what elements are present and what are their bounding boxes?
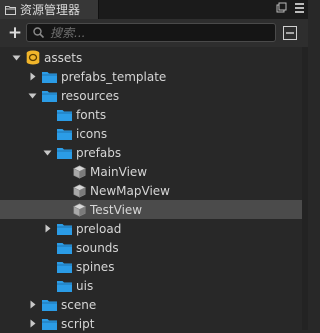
collapse-arrow-icon[interactable] [43,224,52,233]
expand-arrow-icon[interactable] [43,148,52,157]
collapse-arrow-icon[interactable] [28,319,37,328]
tree-row-label: prefabs_template [61,69,167,84]
collapse-arrow-icon[interactable] [28,72,37,81]
folder-icon [57,147,72,159]
tree-row-sounds[interactable]: sounds [0,238,302,257]
panel-title: 资源管理器 [20,3,81,17]
add-asset-button[interactable]: + [7,24,23,42]
folder-icon [57,242,72,254]
folder-icon [57,128,72,140]
asset-db-icon [26,50,40,65]
tree-row-label: MainView [90,164,148,179]
tree-row-label: resources [61,88,120,103]
tree-row-scene[interactable]: scene [0,295,302,314]
collapse-arrow-icon[interactable] [28,300,37,309]
folder-icon [42,90,57,102]
assets-toolbar: + [0,19,308,47]
tree-row-testview[interactable]: TestView [0,200,302,219]
tree-row-label: scene [61,297,97,312]
folder-icon [42,299,57,311]
tree-row-prefabs-template[interactable]: prefabs_template [0,67,302,86]
folder-icon [57,280,72,292]
tree-row-label: uis [76,278,94,293]
folder-icon [57,261,72,273]
assets-panel-tab[interactable]: 资源管理器 [0,0,99,19]
prefab-icon [73,164,86,179]
tree-row-assets[interactable]: assets [0,48,302,67]
tree-row-label: assets [44,50,83,65]
tree-row-prefabs[interactable]: prefabs [0,143,302,162]
tree-row-label: TestView [90,202,143,217]
tree-row-mainview[interactable]: MainView [0,162,302,181]
popout-icon[interactable] [276,2,287,13]
tree-row-label: fonts [76,107,107,122]
tree-row-icons[interactable]: icons [0,124,302,143]
tree-row-label: sounds [76,240,119,255]
tree-row-preload[interactable]: preload [0,219,302,238]
expand-arrow-icon[interactable] [28,91,37,100]
folder-icon [57,223,72,235]
tree-row-label: spines [76,259,115,274]
asset-tree: assets prefabs_template resources fonts icon… [0,47,308,333]
collapse-all-icon[interactable] [283,26,297,40]
prefab-icon [73,183,86,198]
search-input[interactable] [50,24,250,41]
tree-row-script[interactable]: script [0,314,302,333]
tree-scrollbar[interactable] [302,47,308,330]
search-icon [33,27,44,38]
tree-row-label: prefabs [76,145,122,160]
menu-icon[interactable] [295,2,304,13]
tree-row-resources[interactable]: resources [0,86,302,105]
folder-icon [5,5,16,15]
tree-row-label: preload [76,221,122,236]
expand-arrow-icon[interactable] [12,53,21,62]
tree-row-uis[interactable]: uis [0,276,302,295]
folder-icon [42,71,57,83]
tree-row-label: script [61,316,95,331]
tree-row-spines[interactable]: spines [0,257,302,276]
search-box [26,23,276,42]
panel-tab-bar: 资源管理器 [0,0,308,19]
panel-actions [276,2,304,13]
tree-row-label: NewMapView [90,183,170,198]
folder-icon [57,109,72,121]
folder-icon [42,318,57,330]
tree-row-label: icons [76,126,108,141]
tree-row-newmapview[interactable]: NewMapView [0,181,302,200]
prefab-icon [73,202,86,217]
tree-row-fonts[interactable]: fonts [0,105,302,124]
